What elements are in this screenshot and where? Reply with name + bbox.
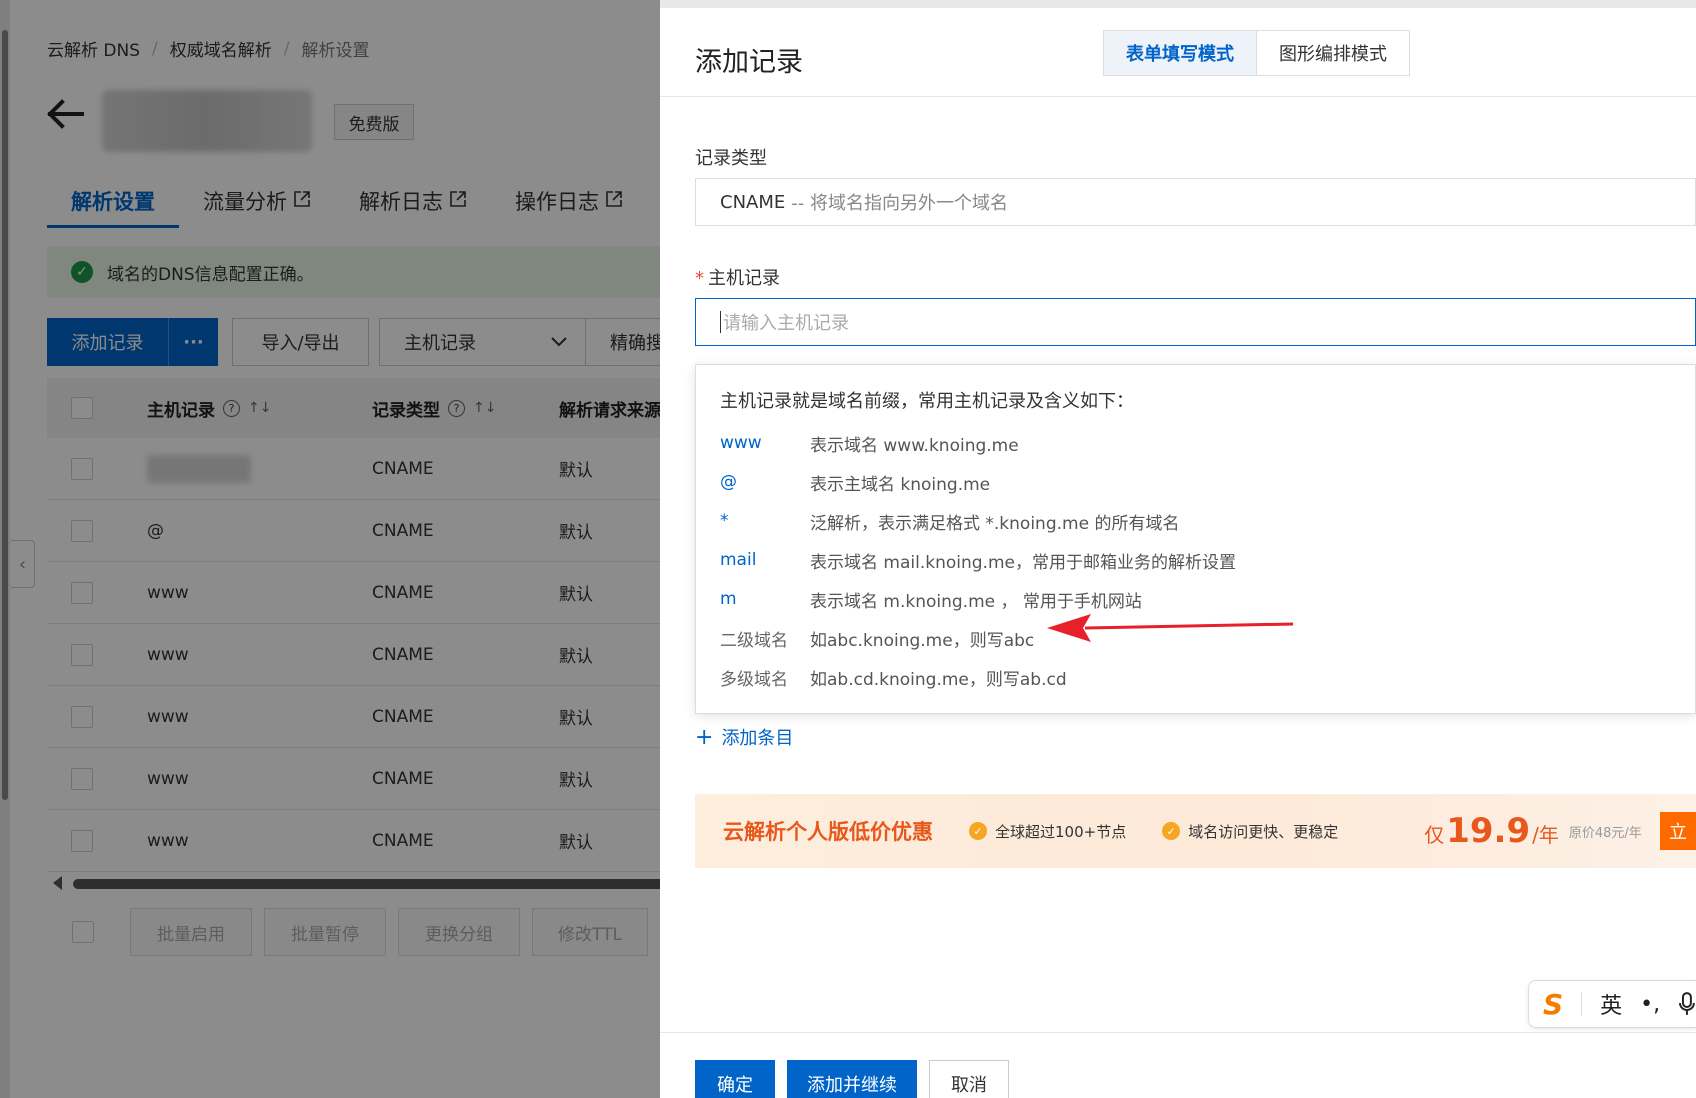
host-record-input[interactable]: 请输入主机记录 (695, 298, 1696, 346)
record-type-select[interactable]: CNAME -- 将域名指向另外一个域名 (695, 178, 1696, 226)
promo-feature-text: 域名访问更快、更稳定 (1188, 822, 1339, 841)
mode-graphic-tab[interactable]: 图形编排模式 (1256, 31, 1409, 75)
promo-banner[interactable]: 云解析个人版低价优惠 ✓ 全球超过100+节点 ✓ 域名访问更快、更稳定 仅 19.9… (695, 794, 1696, 868)
tip-desc: 泛解析，表示满足格式 *.knoing.me 的所有域名 (810, 513, 1180, 534)
ime-separator (1581, 992, 1583, 1016)
tip-row: mail 表示域名 mail.knoing.me，常用于邮箱业务的解析设置 (720, 548, 1236, 573)
tip-desc: 表示域名 mail.knoing.me，常用于邮箱业务的解析设置 (810, 552, 1236, 573)
tip-row: @ 表示主域名 knoing.me (720, 470, 991, 495)
ime-toolbar: S 英 •, (1528, 980, 1696, 1028)
add-item-label: 添加条目 (721, 728, 794, 749)
tip-row: 二级域名 如abc.knoing.me，则写abc (720, 626, 1035, 651)
price-value: 19.9 (1446, 811, 1531, 851)
tip-desc: 表示域名 www.knoing.me (810, 435, 1019, 456)
host-record-tip-popover: 主机记录就是域名前缀，常用主机记录及含义如下： www 表示域名 www.knoi… (695, 364, 1696, 714)
tip-key: www (720, 433, 762, 453)
tip-desc: 如abc.knoing.me，则写abc (810, 630, 1035, 651)
tip-row: 多级域名 如ab.cd.knoing.me，则写ab.cd (720, 665, 1067, 690)
tip-row: * 泛解析，表示满足格式 *.knoing.me 的所有域名 (720, 509, 1180, 534)
add-item-link[interactable]: + 添加条目 (695, 724, 793, 750)
check-badge-icon: ✓ (1162, 822, 1181, 840)
required-mark: * (695, 268, 704, 289)
plus-icon: + (695, 724, 714, 750)
add-record-drawer: 添加记录 表单填写模式 图形编排模式 记录类型 CNAME -- 将域名指向另外… (660, 0, 1696, 1098)
tip-desc: 表示域名 m.knoing.me ， 常用于手机网站 (810, 591, 1142, 612)
ime-punct-toggle[interactable]: •, (1640, 992, 1660, 1017)
text-caret (720, 311, 721, 333)
drawer-title: 添加记录 (695, 47, 803, 78)
original-price: 原价48元/年 (1568, 825, 1642, 841)
tip-key: @ (720, 472, 737, 492)
footer-divider (660, 1032, 1696, 1033)
promo-feature-text: 全球超过100+节点 (995, 822, 1127, 841)
tip-key: m (720, 589, 737, 609)
host-record-label-text: 主机记录 (708, 268, 780, 289)
promo-price: 仅 19.9/年 (1424, 811, 1559, 851)
tip-desc: 如ab.cd.knoing.me，则写ab.cd (810, 669, 1067, 690)
host-record-label: * 主机记录 (695, 264, 780, 290)
confirm-button[interactable]: 确定 (695, 1060, 775, 1098)
promo-cta-button[interactable]: 立 (1660, 812, 1696, 850)
red-arrow-annotation (1047, 614, 1294, 642)
drawer-footer: 确定 添加并继续 取消 (695, 1060, 1009, 1098)
price-unit: /年 (1532, 823, 1559, 847)
ime-lang-toggle[interactable]: 英 (1600, 988, 1622, 1020)
price-prefix: 仅 (1424, 823, 1445, 847)
host-record-placeholder: 请输入主机记录 (723, 313, 849, 334)
tip-desc: 表示主域名 knoing.me (810, 474, 991, 495)
tip-row: m 表示域名 m.knoing.me ， 常用于手机网站 (720, 587, 1142, 612)
tip-key: 二级域名 (720, 630, 788, 651)
check-badge-icon: ✓ (969, 822, 987, 840)
tip-key: * (720, 511, 729, 531)
tip-key: 多级域名 (720, 669, 788, 690)
sogou-logo-icon[interactable]: S (1543, 988, 1563, 1021)
microphone-icon[interactable] (1678, 991, 1696, 1017)
record-type-label: 记录类型 (695, 148, 767, 169)
tip-row: www 表示域名 www.knoing.me (720, 431, 1019, 456)
add-continue-button[interactable]: 添加并继续 (787, 1060, 917, 1098)
promo-feature: ✓ 全球超过100+节点 (969, 821, 1126, 842)
tip-key: mail (720, 550, 757, 570)
mode-form-tab[interactable]: 表单填写模式 (1104, 31, 1256, 75)
drawer-divider (660, 96, 1696, 97)
tip-heading: 主机记录就是域名前缀，常用主机记录及含义如下： (720, 391, 1134, 412)
mode-switch: 表单填写模式 图形编排模式 (1103, 30, 1410, 76)
promo-feature: ✓ 域名访问更快、更稳定 (1162, 821, 1338, 842)
modal-overlay[interactable] (0, 0, 660, 1098)
record-type-desc: -- 将域名指向另外一个域名 (791, 193, 1008, 214)
promo-title: 云解析个人版低价优惠 (723, 820, 933, 844)
record-type-value: CNAME (720, 191, 786, 213)
cancel-button[interactable]: 取消 (929, 1060, 1009, 1098)
